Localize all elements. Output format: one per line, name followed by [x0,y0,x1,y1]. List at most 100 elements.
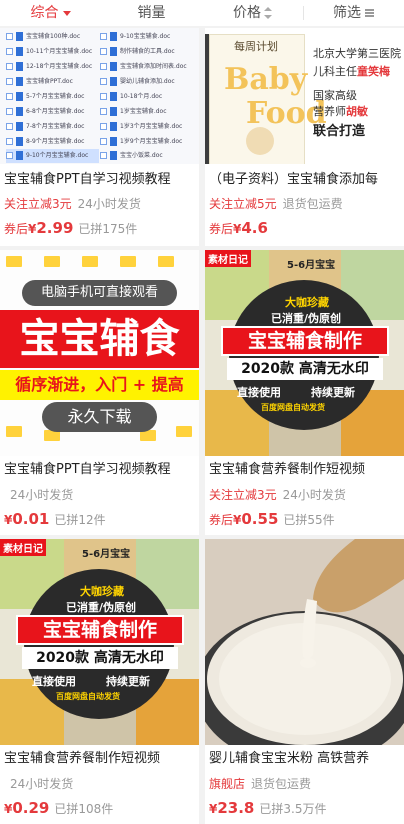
original-label: 已消重/伪原创 [271,312,342,325]
file-name: 1岁9个月宝宝辅食.doc [120,138,183,145]
book-baby-word: Baby [224,62,308,97]
rice-cereal-bowl-image [205,539,404,745]
hd-label: 高清无水印 [298,361,369,377]
shipping-info: 24小时发货 [77,197,141,211]
product-title[interactable]: 宝宝辅食PPT自学习视频教程 [4,461,197,479]
product-price: ¥0.29 已拼108件 [4,798,113,819]
product-price: 券后¥4.6 [209,218,273,239]
doc-icon [110,32,117,41]
product-card-4[interactable]: 素材日记 5-6月宝宝 大咖珍藏 已消重/伪原创 宝宝辅食制作 2020款 高清… [205,250,404,535]
file-name: 5-7个月宝宝辅食.doc [26,93,85,100]
file-name: 10-18个月.doc [120,93,163,100]
checkbox-icon [6,152,13,159]
sort-sales[interactable]: 销量 [101,0,202,26]
sold-count: 已拼175件 [78,222,138,236]
sort-filter[interactable]: 筛选 [303,0,404,26]
checkbox-icon [6,48,13,55]
sort-price[interactable]: 价格 [202,0,303,26]
doc-icon [110,151,117,160]
doc-icon [16,47,23,56]
product-meta: 24小时发货 [4,776,73,792]
product-thumbnail[interactable]: 素材日记 5-6月宝宝 大咖珍藏 已消重/伪原创 宝宝辅食制作 2020款 高清… [0,539,199,745]
product-meta: 关注立减5元 退货包运费 [209,196,343,212]
product-thumbnail[interactable]: 电脑手机可直接观看 宝宝辅食 循序渐进，入门 + 提高 永久下载 [0,250,199,456]
doc-icon [110,47,117,56]
update-label: 持续更新 [311,386,355,399]
product-card-3[interactable]: 电脑手机可直接观看 宝宝辅食 循序渐进，入门 + 提高 永久下载 宝宝辅食PPT… [0,250,199,535]
update-label: 持续更新 [106,675,150,688]
headline-box: 宝宝辅食制作 [221,326,389,356]
product-card-5[interactable]: 素材日记 5-6月宝宝 大咖珍藏 已消重/伪原创 宝宝辅食制作 2020款 高清… [0,539,199,824]
file-name: 10-11个月宝宝辅食.doc [26,48,93,55]
doc-icon [16,92,23,101]
product-price: ¥23.8 已拼3.5万件 [209,798,326,819]
sold-count: 已拼3.5万件 [259,802,327,816]
shipping-info: 退货包运费 [251,777,312,791]
cloud-label: 百度网盘自动发货 [261,403,325,412]
year-label: 2020款 [241,361,295,377]
age-label: 5-6月宝宝 [287,260,336,271]
product-thumbnail[interactable]: 每周计划 Baby Food 北京大学第三医院 儿科主任童笑梅 国家高级 营养师… [205,28,404,164]
doc-icon [16,107,23,116]
caret-down-icon [62,10,71,16]
product-title[interactable]: 宝宝辅食营养餐制作短视频 [4,750,197,768]
product-meta: 旗舰店 退货包运费 [209,776,311,792]
headline-box: 宝宝辅食制作 [16,615,184,645]
price-value: 0.55 [241,510,279,528]
doc-icon [16,137,23,146]
checkbox-icon [100,152,107,159]
file-name: 婴幼儿辅食添加.doc [120,78,175,85]
file-name: 1岁3个月宝宝辅食.doc [120,123,183,130]
sort-updown-icon [264,7,272,19]
file-name: 宝宝辅食100种.doc [26,33,81,40]
collect-label: 大咖珍藏 [80,585,124,598]
file-name: 宝宝辅食PPT.doc [26,78,73,85]
headline-banner: 宝宝辅食 [0,310,199,368]
age-label: 5-6月宝宝 [82,549,131,560]
shipping-info: 24小时发货 [10,488,74,502]
shipping-info: 24小时发货 [10,777,74,791]
price-value: 0.29 [12,799,50,817]
coupon-prefix: 券后 [209,222,234,236]
product-title[interactable]: 宝宝辅食营养餐制作短视频 [209,461,402,479]
product-title[interactable]: 宝宝辅食PPT自学习视频教程 [4,171,197,189]
promo-tag: 关注立减3元 [4,197,72,211]
folder-icon [82,256,98,267]
doc-icon [110,122,117,131]
product-thumbnail[interactable] [205,539,404,745]
product-title[interactable]: 婴儿辅食宝宝米粉 高铁营养 [209,750,402,768]
checkbox-icon [100,93,107,100]
doc-icon [110,77,117,86]
file-name: 7-8个月宝宝辅食.doc [26,123,85,130]
dept-label: 儿科主任 [313,65,357,78]
product-card-1[interactable]: 宝宝辅食100种.doc 10-11个月宝宝辅食.doc 12-18个月宝宝辅食… [0,28,199,246]
sold-count: 已拼108件 [54,802,114,816]
nutritionist-line: 营养师胡敏 [313,104,368,119]
direct-label: 直接使用 [32,675,76,688]
checkbox-icon [100,33,107,40]
file-name: 9-10宝宝辅食.doc [120,33,171,40]
checkbox-icon [100,108,107,115]
checkbox-icon [6,138,13,145]
shipping-info: 24小时发货 [282,488,346,502]
year-line: 2020款 高清无水印 [22,647,178,669]
product-thumbnail[interactable]: 宝宝辅食100种.doc 10-11个月宝宝辅食.doc 12-18个月宝宝辅食… [0,28,199,164]
product-meta: 关注立减3元 24小时发货 [4,196,141,212]
product-title[interactable]: （电子资料）宝宝辅食添加每 [209,171,402,189]
price-value: 4.6 [241,219,268,237]
checkbox-icon [6,63,13,70]
checkbox-icon [6,123,13,130]
doctor-line: 儿科主任童笑梅 [313,64,390,79]
product-thumbnail[interactable]: 素材日记 5-6月宝宝 大咖珍藏 已消重/伪原创 宝宝辅食制作 2020款 高清… [205,250,404,456]
file-name: 9-10个月宝宝辅食.doc [26,152,89,159]
doc-icon [16,32,23,41]
product-card-6[interactable]: 婴儿辅食宝宝米粉 高铁营养 旗舰店 退货包运费 ¥23.8 已拼3.5万件 [205,539,404,824]
store-tag: 旗舰店 [209,777,246,791]
checkbox-icon [6,78,13,85]
sort-comprehensive[interactable]: 综合 [0,0,101,26]
product-card-2[interactable]: 每周计划 Baby Food 北京大学第三医院 儿科主任童笑梅 国家高级 营养师… [205,28,404,246]
folder-icon [6,256,22,267]
checkbox-icon [100,138,107,145]
file-name: 1岁宝宝辅食.doc [120,108,167,115]
sort-comprehensive-label: 综合 [30,5,59,21]
